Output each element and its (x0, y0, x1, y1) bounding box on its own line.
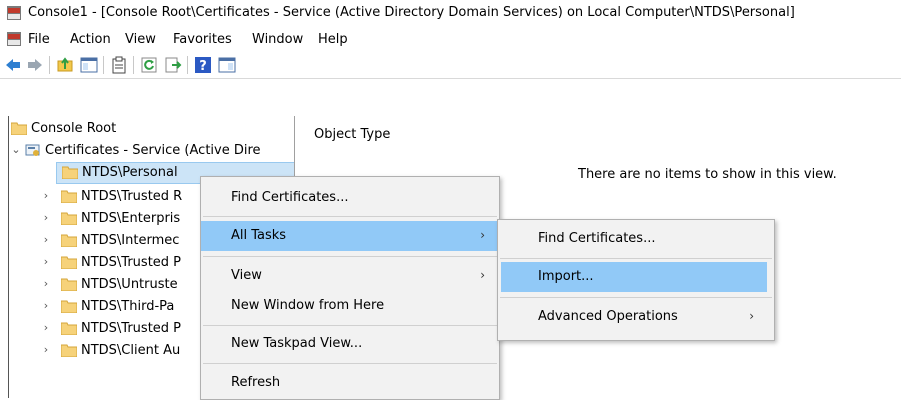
menu-item-label: All Tasks (231, 228, 287, 243)
menu-favorites[interactable]: Favorites (173, 32, 232, 47)
tree-item-label: Certificates - Service (Active Dire (45, 143, 261, 158)
collapse-arrow-icon[interactable]: › (41, 278, 51, 290)
clipboard-icon[interactable] (110, 56, 128, 74)
tree-item-label: NTDS\Enterpris (81, 211, 181, 226)
menu-separator (500, 258, 772, 259)
submenu-item-import[interactable]: Import... (501, 262, 767, 292)
title-bar: Console1 - [Console Root\Certificates - … (0, 0, 901, 26)
menu-item-label: Find Certificates... (538, 231, 656, 246)
menu-item-label: Refresh (231, 375, 281, 390)
folder-icon (61, 234, 77, 247)
mmc-app-icon (7, 6, 21, 20)
collapse-arrow-icon[interactable]: › (41, 234, 51, 246)
expand-arrow-icon[interactable]: ⌄ (11, 144, 21, 156)
tree-item-label: NTDS\Untruste (81, 277, 178, 292)
menu-item-label: Advanced Operations (538, 309, 678, 324)
folder-icon (11, 122, 27, 135)
folder-icon (61, 344, 77, 357)
menu-item-all-tasks[interactable]: All Tasks › (201, 221, 499, 251)
menu-item-label: Import... (538, 269, 594, 284)
folder-icon (62, 166, 78, 179)
toolbar-separator (49, 56, 50, 74)
collapse-arrow-icon[interactable]: › (41, 212, 51, 224)
toolbar-separator (103, 56, 104, 74)
window-title: Console1 - [Console Root\Certificates - … (28, 5, 795, 20)
collapse-arrow-icon[interactable]: › (41, 344, 51, 356)
refresh-icon[interactable] (140, 56, 158, 74)
submenu-arrow-icon: › (480, 228, 485, 242)
collapse-arrow-icon[interactable]: › (41, 300, 51, 312)
context-menu: Find Certificates... All Tasks › View › … (200, 176, 500, 400)
menu-separator (203, 363, 497, 364)
menu-item-find-certificates[interactable]: Find Certificates... (201, 183, 499, 213)
folder-icon (61, 322, 77, 335)
column-header-object-type[interactable]: Object Type (314, 127, 390, 142)
tree-item-label: Console Root (31, 121, 117, 136)
menu-item-label: View (231, 268, 262, 283)
folder-icon (61, 212, 77, 225)
submenu-arrow-icon: › (749, 309, 754, 323)
collapse-arrow-icon[interactable]: › (41, 322, 51, 334)
menu-separator (203, 216, 497, 217)
submenu-arrow-icon: › (480, 268, 485, 282)
back-icon[interactable] (4, 56, 22, 74)
tree-item-console-root[interactable]: Console Root (9, 118, 295, 140)
menu-separator (203, 256, 497, 257)
menu-bar: File Action View Favorites Window Help (0, 26, 901, 52)
submenu-item-find-certificates[interactable]: Find Certificates... (498, 224, 774, 254)
tree-item-certificates[interactable]: ⌄ Certificates - Service (Active Dire (9, 140, 295, 162)
tree-item-label: NTDS\Personal (82, 165, 178, 180)
toolbar-separator (133, 56, 134, 74)
all-tasks-submenu: Find Certificates... Import... Advanced … (497, 219, 775, 341)
menu-help[interactable]: Help (318, 32, 348, 47)
action-pane-icon[interactable] (218, 56, 236, 74)
help-icon[interactable]: ? (194, 56, 212, 74)
certificates-icon (25, 144, 40, 156)
empty-view-message: There are no items to show in this view. (578, 167, 837, 182)
menu-item-refresh[interactable]: Refresh (201, 368, 499, 398)
tree-item-label: NTDS\Intermec (81, 233, 180, 248)
export-list-icon[interactable] (164, 56, 182, 74)
menu-item-new-window-from-here[interactable]: New Window from Here (201, 291, 499, 321)
submenu-item-advanced-operations[interactable]: Advanced Operations › (498, 302, 774, 332)
menu-separator (500, 297, 772, 298)
tree-item-label: NTDS\Third-Pa (81, 299, 175, 314)
toolbar: ? (0, 52, 901, 79)
menu-item-view[interactable]: View › (201, 261, 499, 291)
tree-item-label: NTDS\Client Au (81, 343, 181, 358)
menu-window[interactable]: Window (252, 32, 303, 47)
forward-icon[interactable] (26, 56, 44, 74)
folder-icon (61, 278, 77, 291)
show-hide-tree-icon[interactable] (80, 56, 98, 74)
up-folder-icon[interactable] (56, 56, 74, 74)
toolbar-separator (187, 56, 188, 74)
tree-item-label: NTDS\Trusted P (81, 321, 182, 336)
tree-item-label: NTDS\Trusted P (81, 255, 182, 270)
menu-action[interactable]: Action (70, 32, 111, 47)
folder-icon (61, 190, 77, 203)
collapse-arrow-icon[interactable]: › (41, 256, 51, 268)
tree-item-label: NTDS\Trusted R (81, 189, 183, 204)
collapse-arrow-icon[interactable]: › (41, 190, 51, 202)
system-menu-icon[interactable] (6, 31, 22, 47)
menu-item-new-taskpad-view[interactable]: New Taskpad View... (201, 329, 499, 359)
folder-icon (61, 256, 77, 269)
menu-item-label: New Window from Here (231, 298, 385, 313)
menu-item-label: New Taskpad View... (231, 336, 363, 351)
menu-separator (203, 325, 497, 326)
folder-icon (61, 300, 77, 313)
svg-text:?: ? (199, 59, 207, 74)
menu-view[interactable]: View (125, 32, 156, 47)
menu-file[interactable]: File (28, 32, 50, 47)
menu-item-label: Find Certificates... (231, 190, 349, 205)
